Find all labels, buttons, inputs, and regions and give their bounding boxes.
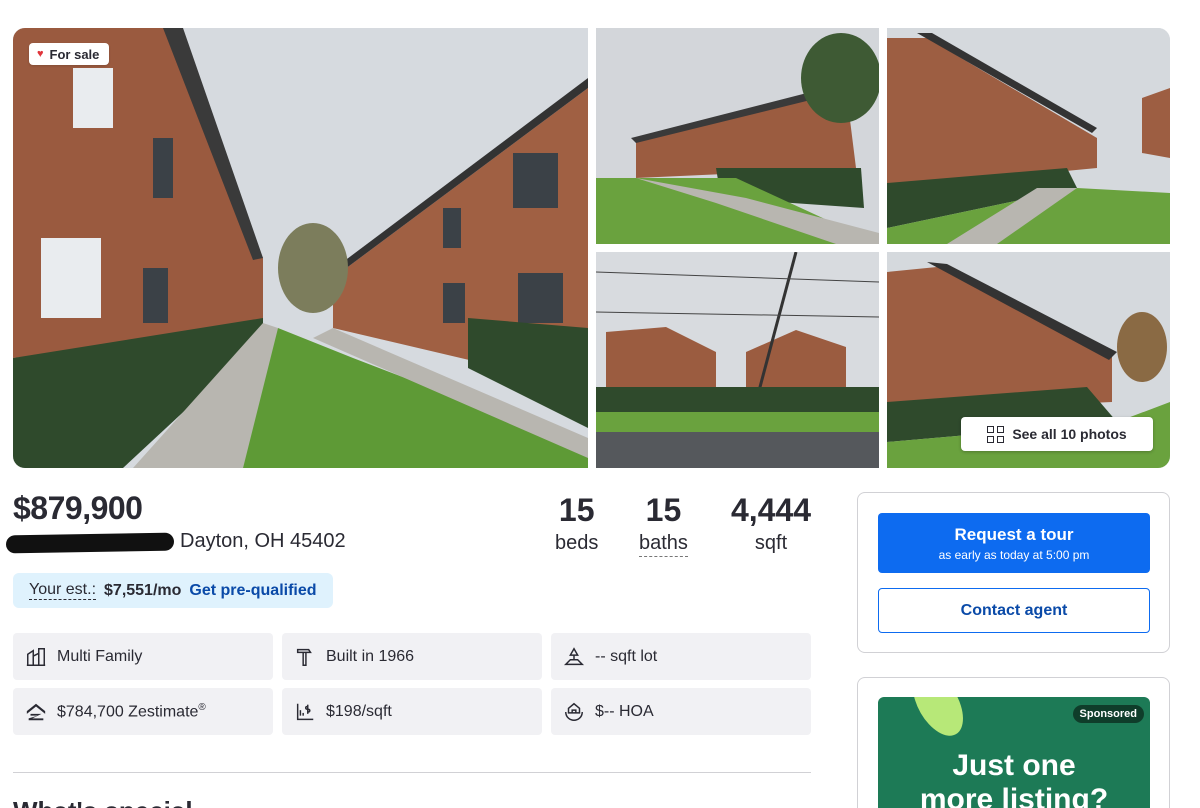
price-per-sqft-icon	[296, 703, 314, 720]
baths-label[interactable]: baths	[639, 532, 688, 557]
photo-3[interactable]	[887, 28, 1170, 244]
grid-icon	[987, 425, 1005, 443]
listing-address: Dayton, OH 45402	[180, 530, 346, 552]
fact-zestimate-text: $784,700 Zestimate®	[57, 702, 206, 721]
baths-stat: 15 baths	[639, 494, 688, 557]
registered-mark: ®	[198, 701, 206, 713]
contact-agent-button[interactable]: Contact agent	[878, 588, 1150, 633]
status-badge: ♥ For sale	[29, 43, 110, 65]
hoa-icon	[565, 702, 583, 721]
main-photo[interactable]	[13, 28, 588, 468]
section-divider	[13, 772, 811, 773]
listing-price: $879,900	[13, 490, 143, 526]
sponsored-badge: Sponsored	[1072, 705, 1144, 723]
request-tour-label: Request a tour	[954, 524, 1074, 544]
beds-stat: 15 beds	[555, 494, 598, 554]
see-all-photos-label: See all 10 photos	[1012, 426, 1127, 442]
sqft-value: 4,444	[731, 492, 812, 528]
leaf-graphic	[902, 697, 974, 745]
beds-label: beds	[555, 532, 599, 554]
lot-icon	[563, 646, 585, 665]
fact-year-built: Built in 1966	[282, 633, 542, 680]
see-all-photos-button[interactable]: See all 10 photos	[961, 417, 1153, 451]
ad-headline-line2: more listing?	[919, 783, 1109, 808]
monthly-estimate: Your est.: $7,551/mo Get pre-qualified	[13, 573, 333, 608]
fact-home-type-text: Multi Family	[57, 647, 143, 665]
fact-hoa-text: $-- HOA	[595, 702, 654, 720]
beds-value: 15	[558, 492, 595, 528]
contact-card: Request a tour as early as today at 5:00…	[857, 492, 1170, 653]
photo-2[interactable]	[596, 28, 879, 244]
request-tour-subtext: as early as today at 5:00 pm	[938, 547, 1090, 562]
ad-headline-line1: Just one	[952, 749, 1076, 782]
hammer-icon	[296, 648, 312, 666]
fact-home-type: Multi Family	[13, 633, 273, 680]
redacted-street-address	[5, 532, 175, 554]
photo-gallery: ♥ For sale See all 10 photos	[13, 28, 1170, 468]
zestimate-value: $784,700 Zestimate	[57, 703, 199, 721]
fact-lot-size: -- sqft lot	[551, 633, 811, 680]
fact-hoa: $-- HOA	[551, 688, 811, 735]
whats-special-heading: What's special	[13, 796, 193, 808]
photo-4[interactable]	[596, 252, 879, 468]
facts-grid: Multi Family Built in 1966 -- sqft lot $…	[13, 633, 811, 735]
fact-price-per-sqft: $198/sqft	[282, 688, 542, 735]
zestimate-icon	[26, 703, 46, 720]
fact-zestimate[interactable]: $784,700 Zestimate®	[13, 688, 273, 735]
sponsored-ad-card: Sponsored Just one more listing?	[857, 677, 1170, 808]
heart-icon: ♥	[37, 48, 44, 60]
status-badge-label: For sale	[49, 46, 100, 62]
estimate-amount: $7,551/mo	[104, 581, 182, 599]
fact-price-per-sqft-text: $198/sqft	[326, 702, 392, 720]
sqft-stat: 4,444 sqft	[731, 494, 811, 554]
sqft-label: sqft	[754, 532, 788, 554]
baths-value: 15	[645, 492, 682, 528]
estimate-label[interactable]: Your est.:	[29, 581, 97, 600]
ad-headline: Just one more listing?	[878, 749, 1150, 808]
fact-lot-size-text: -- sqft lot	[595, 647, 658, 665]
request-tour-button[interactable]: Request a tour as early as today at 5:00…	[878, 513, 1150, 573]
ad-banner[interactable]: Sponsored Just one more listing?	[878, 697, 1150, 808]
get-pre-qualified-link[interactable]: Get pre-qualified	[189, 582, 316, 600]
fact-year-built-text: Built in 1966	[326, 647, 415, 665]
building-icon	[26, 647, 46, 666]
